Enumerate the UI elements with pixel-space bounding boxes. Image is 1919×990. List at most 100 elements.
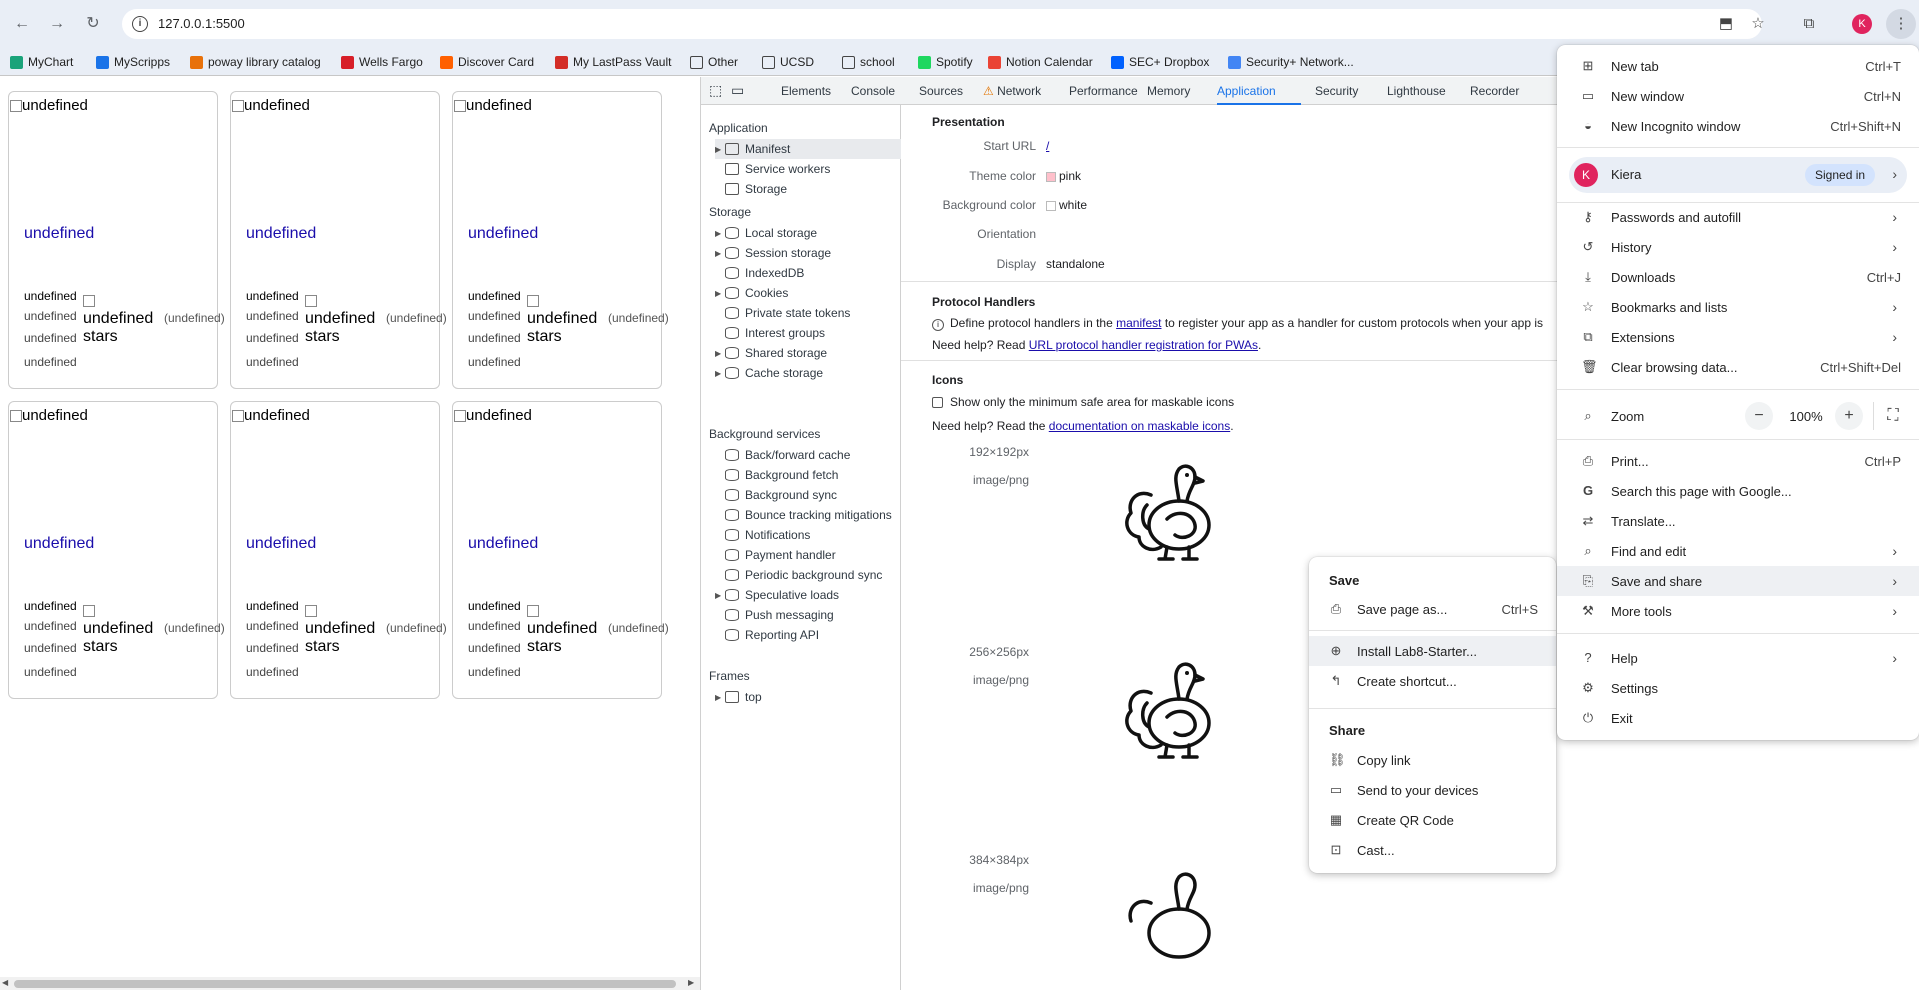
create-shortcut-item[interactable]: ↰ Create shortcut... <box>1309 666 1556 696</box>
recipe-title-link[interactable]: undefined <box>24 225 94 243</box>
horizontal-scrollbar[interactable]: ◀ ▶ <box>0 977 700 990</box>
devtools-tab[interactable]: Application <box>1217 84 1276 98</box>
expand-arrow-icon[interactable]: ▶ <box>715 591 725 600</box>
sidebar-item[interactable]: Push messaging <box>715 605 901 625</box>
bookmark-star-icon[interactable]: ☆ <box>1748 14 1768 34</box>
inspect-icon[interactable]: ⬚ <box>709 82 722 99</box>
bookmark-item[interactable]: Security+ Network... <box>1228 53 1354 71</box>
devtools-tab[interactable]: Lighthouse <box>1387 84 1446 98</box>
bookmark-item[interactable]: Notion Calendar <box>988 53 1093 71</box>
expand-arrow-icon[interactable]: ▶ <box>715 249 725 258</box>
expand-arrow-icon[interactable]: ▶ <box>715 693 725 702</box>
bookmark-item[interactable]: MyScripps <box>96 53 170 71</box>
bookmark-item[interactable]: school <box>842 53 895 71</box>
expand-arrow-icon[interactable]: ▶ <box>715 229 725 238</box>
help-item[interactable]: ? Help › <box>1557 643 1919 673</box>
qr-code-item[interactable]: ▦ Create QR Code <box>1309 805 1556 835</box>
find-edit-item[interactable]: ⌕ Find and edit › <box>1557 536 1919 566</box>
history-item[interactable]: ↺ History › <box>1557 232 1919 262</box>
expand-arrow-icon[interactable]: ▶ <box>715 145 725 154</box>
downloads-item[interactable]: ⤓ Downloads Ctrl+J <box>1557 262 1919 292</box>
bookmark-item[interactable]: Discover Card <box>440 53 534 71</box>
manifest-link[interactable]: manifest <box>1116 316 1161 330</box>
maskable-docs-link[interactable]: documentation on maskable icons <box>1049 419 1230 433</box>
sidebar-item[interactable]: ▶ Cache storage <box>715 363 901 383</box>
scroll-left-icon[interactable]: ◀ <box>2 978 8 987</box>
start-url-link[interactable]: / <box>1046 139 1049 153</box>
search-google-item[interactable]: G Search this page with Google... <box>1557 476 1919 506</box>
send-devices-item[interactable]: ▭ Send to your devices <box>1309 775 1556 805</box>
reload-icon[interactable]: ↻ <box>83 14 103 34</box>
expand-arrow-icon[interactable]: ▶ <box>715 369 725 378</box>
zoom-out-button[interactable]: − <box>1745 402 1773 430</box>
devtools-tab[interactable]: ⚠ Network <box>983 84 1041 98</box>
recipe-title-link[interactable]: undefined <box>468 535 538 553</box>
sidebar-item[interactable]: ▶ Shared storage <box>715 343 901 363</box>
bookmarks-item[interactable]: ☆ Bookmarks and lists › <box>1557 292 1919 322</box>
clear-data-item[interactable]: 🗑 Clear browsing data... Ctrl+Shift+Del <box>1557 352 1919 382</box>
expand-arrow-icon[interactable]: ▶ <box>715 289 725 298</box>
sidebar-item[interactable]: Back/forward cache <box>715 445 901 465</box>
site-info-icon[interactable]: i <box>132 16 148 32</box>
bookmark-item[interactable]: My LastPass Vault <box>555 53 671 71</box>
sidebar-item[interactable]: ▶ Manifest <box>715 139 901 159</box>
scroll-right-icon[interactable]: ▶ <box>688 978 694 987</box>
incognito-item[interactable]: ◒ New Incognito window Ctrl+Shift+N <box>1557 111 1919 141</box>
kebab-menu-icon[interactable]: ⋮ <box>1886 9 1916 39</box>
sidebar-item[interactable]: Storage <box>715 179 901 199</box>
bookmark-item[interactable]: UCSD <box>762 53 814 71</box>
print-item[interactable]: ⎙ Print... Ctrl+P <box>1557 446 1919 476</box>
devtools-tab[interactable]: Memory <box>1147 84 1190 98</box>
zoom-in-button[interactable]: + <box>1835 402 1863 430</box>
sidebar-item[interactable]: Service workers <box>715 159 901 179</box>
sidebar-item[interactable]: Payment handler <box>715 545 901 565</box>
save-share-item[interactable]: ⎘ Save and share › <box>1557 566 1919 596</box>
fullscreen-icon[interactable]: ⛶ <box>1879 402 1907 430</box>
sidebar-item[interactable]: ▶ top <box>715 687 901 707</box>
devtools-tab[interactable]: Performance <box>1069 84 1138 98</box>
recipe-title-link[interactable]: undefined <box>468 225 538 243</box>
bookmark-item[interactable]: MyChart <box>10 53 73 71</box>
bookmark-item[interactable]: Spotify <box>918 53 973 71</box>
sidebar-item[interactable]: Bounce tracking mitigations <box>715 505 901 525</box>
bookmark-item[interactable]: SEC+ Dropbox <box>1111 53 1209 71</box>
scrollbar-thumb[interactable] <box>14 980 676 988</box>
expand-arrow-icon[interactable]: ▶ <box>715 349 725 358</box>
settings-item[interactable]: ⚙ Settings <box>1557 673 1919 703</box>
devtools-tab[interactable]: Security <box>1315 84 1358 98</box>
passwords-item[interactable]: ⚷ Passwords and autofill › <box>1557 202 1919 232</box>
sidebar-item[interactable]: ▶ Session storage <box>715 243 901 263</box>
back-icon[interactable]: ← <box>12 14 32 34</box>
bookmark-item[interactable]: Other <box>690 53 738 71</box>
recipe-title-link[interactable]: undefined <box>24 535 94 553</box>
cast-item[interactable]: ⊡ Cast... <box>1309 835 1556 865</box>
devtools-tab[interactable]: Console <box>851 84 895 98</box>
profile-row[interactable]: K Kiera Signed in › <box>1569 157 1907 193</box>
forward-icon[interactable]: → <box>47 14 67 34</box>
sidebar-item[interactable]: Notifications <box>715 525 901 545</box>
maskable-checkbox[interactable] <box>932 396 943 408</box>
save-page-as-item[interactable]: ⎙ Save page as... Ctrl+S <box>1309 594 1556 624</box>
protocol-help-link[interactable]: URL protocol handler registration for PW… <box>1029 338 1258 352</box>
sidebar-item[interactable]: Background sync <box>715 485 901 505</box>
sidebar-item[interactable]: Periodic background sync <box>715 565 901 585</box>
address-bar[interactable]: i 127.0.0.1:5500 <box>122 9 1762 39</box>
device-toolbar-icon[interactable]: ▭ <box>731 82 744 99</box>
sidebar-item[interactable]: Interest groups <box>715 323 901 343</box>
profile-avatar[interactable]: K <box>1852 14 1872 34</box>
sidebar-item[interactable]: Private state tokens <box>715 303 901 323</box>
sidebar-item[interactable]: Background fetch <box>715 465 901 485</box>
sidebar-item[interactable]: Reporting API <box>715 625 901 645</box>
sidebar-item[interactable]: ▶ Local storage <box>715 223 901 243</box>
extensions-icon[interactable]: ⧉ <box>1799 14 1819 34</box>
devtools-tab[interactable]: Recorder <box>1470 84 1519 98</box>
bookmark-item[interactable]: poway library catalog <box>190 53 321 71</box>
bookmark-item[interactable]: Wells Fargo <box>341 53 423 71</box>
devtools-tab[interactable]: Sources <box>919 84 963 98</box>
sidebar-item[interactable]: ▶ Cookies <box>715 283 901 303</box>
install-app-icon[interactable]: ⬒ <box>1716 14 1736 34</box>
new-tab-item[interactable]: ⊞ New tab Ctrl+T <box>1557 51 1919 81</box>
more-tools-item[interactable]: ⚒ More tools › <box>1557 596 1919 626</box>
extensions-item[interactable]: ⧉ Extensions › <box>1557 322 1919 352</box>
install-app-item[interactable]: ⊕ Install Lab8-Starter... <box>1309 636 1556 666</box>
